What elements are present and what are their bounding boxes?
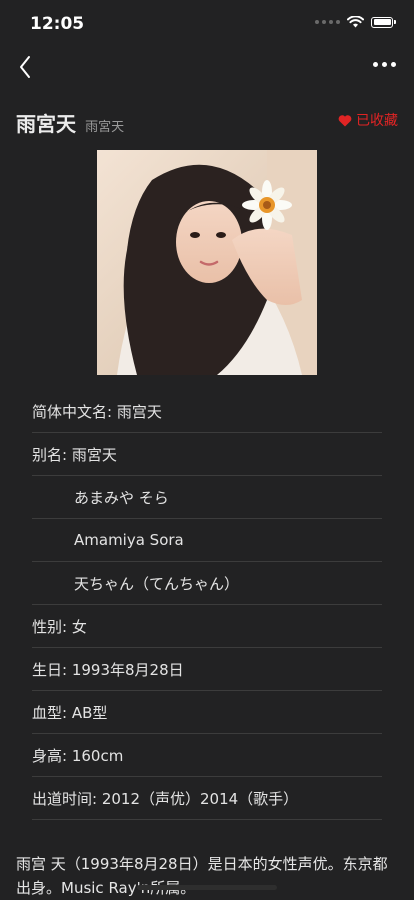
biography-text: 雨宫 天（1993年8月28日）是日本的女性声优。东京都出身。Music Ray… [16, 855, 388, 897]
profile-photo [97, 150, 317, 375]
status-icons [315, 16, 396, 28]
wifi-icon [347, 16, 364, 28]
status-time: 12:05 [30, 14, 85, 34]
page-title: 雨宮天 [16, 112, 76, 136]
favorite-button[interactable]: 已收藏 [338, 110, 398, 130]
info-row-debut: 出道时间: 2012（声优）2014（歌手） [32, 777, 382, 820]
info-row-gender: 性别: 女 [32, 605, 382, 648]
nav-bar [0, 52, 414, 82]
info-row-blood-type: 血型: AB型 [32, 691, 382, 734]
info-row-birthday: 生日: 1993年8月28日 [32, 648, 382, 691]
status-bar: 12:05 [0, 0, 414, 48]
more-options-icon[interactable] [373, 62, 396, 67]
info-row-alias-kana: あまみや そら [32, 476, 382, 519]
info-row-alias: 别名: 雨宮天 [32, 433, 382, 476]
home-indicator[interactable] [137, 885, 277, 890]
page-subtitle: 雨宮天 [85, 120, 125, 135]
favorite-label: 已收藏 [356, 113, 398, 129]
info-row-alias-romaji: Amamiya Sora [32, 519, 382, 562]
back-chevron-icon[interactable] [16, 54, 36, 80]
info-row-alias-nickname: 天ちゃん（てんちゃん） [32, 562, 382, 605]
battery-tip [394, 20, 396, 24]
profile-info-list: 简体中文名: 雨宫天 别名: 雨宮天 あまみや そら Amamiya Sora … [32, 390, 382, 820]
heart-icon [338, 114, 352, 126]
title-row: 雨宮天 雨宮天 已收藏 [16, 108, 398, 136]
battery-icon [371, 16, 393, 28]
info-row-height: 身高: 160cm [32, 734, 382, 777]
info-row-chinese-name: 简体中文名: 雨宫天 [32, 390, 382, 433]
signal-icon [315, 20, 340, 24]
